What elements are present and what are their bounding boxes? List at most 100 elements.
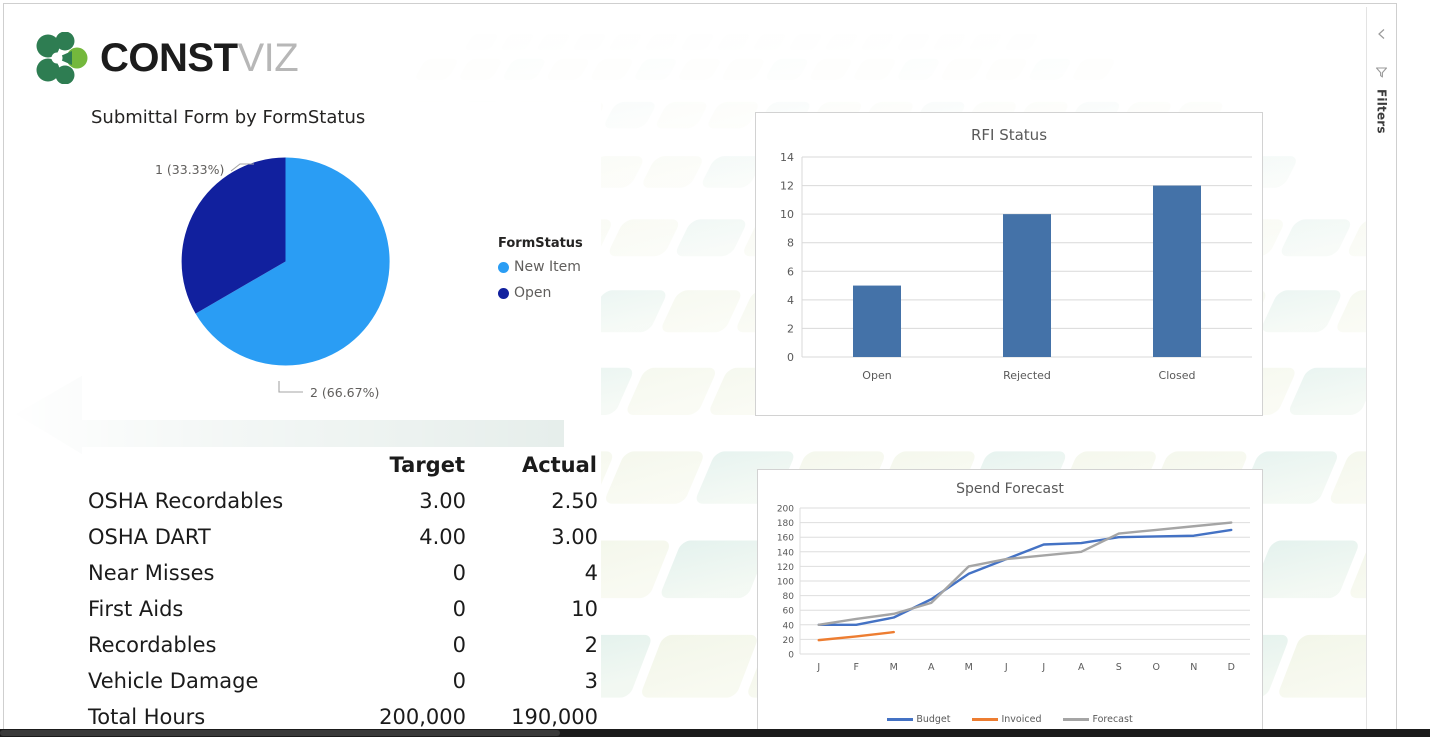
collapse-filters-button[interactable] — [1371, 23, 1393, 45]
svg-text:F: F — [854, 662, 859, 673]
submittal-form-pie-card: Submittal Form by FormStatus 1 (33.33%) … — [82, 102, 601, 420]
filters-pane[interactable]: Filters — [1366, 7, 1396, 729]
svg-text:D: D — [1228, 662, 1235, 673]
cell-target-value: 3.00 — [419, 489, 466, 513]
svg-text:0: 0 — [787, 351, 794, 364]
pie-data-label-open: 1 (33.33%) — [155, 162, 225, 177]
filter-toggle-button[interactable] — [1371, 61, 1393, 83]
bar-rejected — [1003, 214, 1051, 357]
svg-text:O: O — [1153, 662, 1160, 673]
legend-item-new-item[interactable]: New Item — [498, 259, 583, 275]
rfi-chart-title: RFI Status — [970, 126, 1048, 144]
spend-chart-title: Spend Forecast — [956, 481, 1064, 497]
brand-name-secondary: VIZ — [237, 36, 299, 80]
cell-metric-label: Near Misses — [88, 561, 215, 585]
chevron-left-icon — [1377, 29, 1384, 39]
safety-metrics-table: Target Actual OSHA Recordables 3.00 2.50 OS… — [82, 447, 601, 729]
header-target: Target — [389, 453, 465, 477]
legend-label-budget: Budget — [916, 714, 951, 725]
legend-swatch-new-item — [498, 261, 509, 273]
svg-text:120: 120 — [777, 563, 794, 573]
legend-swatch-budget — [887, 718, 914, 721]
dashboard-root: CONSTVIZ Submittal Form by FormStatus 1 … — [0, 0, 1430, 737]
table-row: Vehicle Damage 0 3 — [82, 663, 601, 699]
svg-text:60: 60 — [783, 607, 795, 617]
scrollbar-thumb[interactable] — [0, 730, 560, 736]
svg-text:2: 2 — [787, 322, 794, 335]
brand-logo: CONSTVIZ — [32, 32, 299, 84]
svg-text:M: M — [965, 662, 973, 673]
legend-label-forecast: Forecast — [1092, 714, 1133, 725]
legend-label-new-item: New Item — [514, 259, 581, 275]
rfi-bar-chart[interactable]: 0 2 4 6 8 10 12 14 Open Rejected Closed — [756, 149, 1262, 404]
cell-target-value: 0 — [452, 669, 466, 693]
svg-text:12: 12 — [780, 180, 794, 193]
legend-item-forecast[interactable]: Forecast — [1063, 714, 1133, 725]
bar-open — [853, 285, 901, 357]
legend-item-budget[interactable]: Budget — [887, 714, 950, 725]
svg-text:J: J — [1041, 662, 1045, 673]
report-canvas: CONSTVIZ Submittal Form by FormStatus 1 … — [3, 3, 1397, 730]
bar-closed — [1153, 185, 1201, 357]
legend-label-open: Open — [514, 285, 552, 301]
cell-metric-label: Vehicle Damage — [88, 669, 259, 693]
svg-text:J: J — [1004, 662, 1008, 673]
svg-text:S: S — [1116, 662, 1122, 673]
svg-text:0: 0 — [788, 651, 794, 661]
svg-text:M: M — [890, 662, 898, 673]
clover-logo-icon — [36, 32, 88, 84]
svg-text:8: 8 — [787, 237, 794, 250]
cell-actual-value: 3.00 — [551, 525, 598, 549]
table-row: Near Misses 0 4 — [82, 555, 601, 591]
cell-actual-value: 10 — [571, 597, 598, 621]
legend-item-invoiced[interactable]: Invoiced — [972, 714, 1041, 725]
svg-text:A: A — [928, 662, 935, 673]
svg-text:10: 10 — [780, 208, 794, 221]
brand-wordmark: CONSTVIZ — [100, 36, 299, 80]
table-row: OSHA DART 4.00 3.00 — [82, 519, 601, 555]
svg-text:A: A — [1078, 662, 1085, 673]
filters-pane-label: Filters — [1374, 89, 1389, 134]
spend-chart-legend: Budget Invoiced Forecast — [758, 714, 1262, 725]
cell-actual-value: 190,000 — [511, 705, 598, 729]
legend-swatch-forecast — [1063, 718, 1090, 721]
svg-text:Rejected: Rejected — [1003, 369, 1051, 382]
horizontal-scrollbar[interactable] — [0, 729, 1430, 737]
cell-actual-value: 2.50 — [551, 489, 598, 513]
svg-text:40: 40 — [783, 621, 795, 631]
cell-target-value: 200,000 — [379, 705, 466, 729]
svg-text:4: 4 — [787, 294, 794, 307]
svg-text:100: 100 — [777, 578, 794, 588]
cell-metric-label: OSHA Recordables — [88, 489, 284, 513]
brand-name-primary: CONST — [100, 36, 238, 80]
filter-funnel-icon — [1375, 66, 1388, 78]
svg-text:Open: Open — [862, 369, 891, 382]
cell-metric-label: OSHA DART — [88, 525, 211, 549]
svg-text:14: 14 — [780, 151, 794, 164]
table-row: Total Hours 200,000 190,000 — [82, 699, 601, 729]
svg-text:200: 200 — [777, 505, 794, 515]
cell-target-value: 0 — [452, 561, 466, 585]
cell-target-value: 0 — [452, 633, 466, 657]
cell-actual-value: 2 — [584, 633, 598, 657]
legend-label-invoiced: Invoiced — [1001, 714, 1042, 725]
svg-text:140: 140 — [777, 548, 794, 558]
svg-text:Closed: Closed — [1159, 369, 1196, 382]
cell-metric-label: First Aids — [88, 597, 184, 621]
svg-text:80: 80 — [783, 592, 795, 602]
safety-metrics-card: Target Actual OSHA Recordables 3.00 2.50 OS… — [82, 447, 601, 729]
spend-line-chart[interactable]: 0 20 40 60 80 100 120 140 160 180 200 J F M A M J J A S O N D — [758, 502, 1262, 687]
svg-text:N: N — [1190, 662, 1197, 673]
rfi-status-card: RFI Status 0 2 4 6 8 10 12 14 Open Rejected Closed — [755, 112, 1263, 416]
cell-target-value: 4.00 — [419, 525, 466, 549]
legend-item-open[interactable]: Open — [498, 285, 583, 301]
table-row: OSHA Recordables 3.00 2.50 — [82, 483, 601, 519]
cell-metric-label: Total Hours — [88, 705, 206, 729]
header-actual: Actual — [521, 453, 597, 477]
pie-data-label-new-item: 2 (66.67%) — [310, 385, 380, 400]
svg-text:6: 6 — [787, 265, 794, 278]
spend-forecast-card: Spend Forecast 0 20 40 60 80 100 120 140 160 180 2… — [757, 469, 1263, 729]
pie-legend: FormStatus New Item Open — [498, 236, 583, 311]
header-metric — [82, 447, 339, 483]
table-row: Recordables 0 2 — [82, 627, 601, 663]
